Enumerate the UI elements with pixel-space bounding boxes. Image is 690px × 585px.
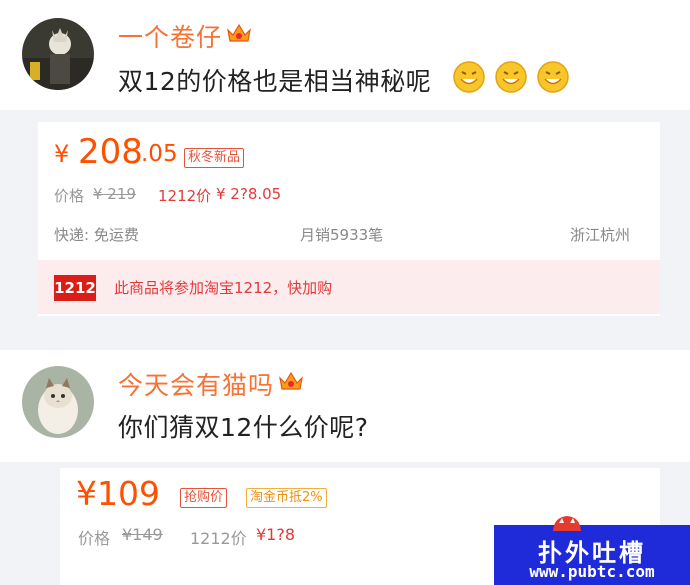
product-card[interactable]: ¥ 208 .05 秋冬新品 价格 ¥ 219 1212价 ¥ 2?8.05 快…	[38, 122, 660, 316]
original-price: ¥ 219	[93, 185, 136, 203]
avatar[interactable]	[22, 18, 94, 90]
monthly-sales: 月销5933笔	[300, 226, 384, 244]
original-price-label: 价格	[78, 529, 111, 548]
crown-icon	[278, 370, 304, 392]
price-amount: ¥109	[76, 474, 160, 513]
promo-price: ¥1?8	[256, 525, 296, 544]
original-price-label: 价格	[54, 187, 85, 205]
price-decimal: .05	[141, 141, 178, 167]
grin-emoji-icon	[494, 60, 528, 94]
username[interactable]: 今天会有猫吗	[118, 366, 274, 402]
comment-text: 你们猜双12什么价呢?	[118, 413, 369, 442]
flash-sale-tag: 抢购价	[180, 488, 228, 508]
promo-price: ¥ 2?8.05	[216, 185, 282, 203]
watermark-url: www.pubtc.com	[529, 562, 655, 581]
watermark-mascot-icon	[550, 513, 584, 535]
event-1212-logo: 1212	[54, 275, 96, 301]
promo-price-label: 1212价	[158, 187, 212, 205]
new-arrival-tag: 秋冬新品	[184, 148, 245, 168]
username[interactable]: 一个卷仔	[118, 18, 222, 54]
promo-banner[interactable]: 1212 此商品将参加淘宝1212，快加购	[38, 260, 660, 314]
original-price: ¥149	[122, 525, 163, 544]
shipping-info: 快递: 免运费	[54, 226, 139, 244]
promo-price-label: 1212价	[190, 529, 247, 548]
grin-emoji-icon	[536, 60, 570, 94]
coin-discount-tag: 淘金币抵2%	[246, 488, 327, 508]
crown-icon	[226, 22, 252, 44]
price-integer: 208	[78, 132, 143, 172]
avatar[interactable]	[22, 366, 94, 438]
ship-location: 浙江杭州	[570, 226, 631, 244]
promo-banner-text: 此商品将参加淘宝1212，快加购	[114, 279, 333, 297]
grin-emoji-icon	[452, 60, 486, 94]
comment-text: 双12的价格也是相当神秘呢	[118, 67, 432, 96]
watermark: 扑外吐槽 www.pubtc.com	[494, 516, 690, 585]
price-currency: ¥	[54, 140, 70, 168]
